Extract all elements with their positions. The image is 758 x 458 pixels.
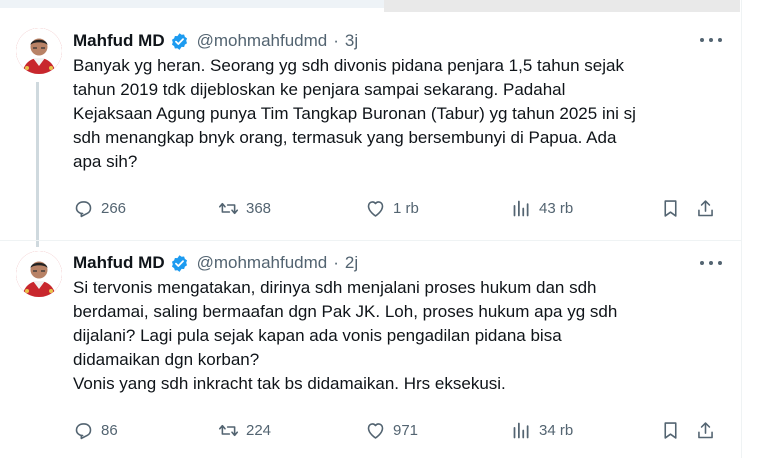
tweet-1[interactable]: Mahfud MD @mohmahfudmd · 3j Banyak yg he…	[0, 28, 742, 247]
timestamp[interactable]: 3j	[345, 31, 358, 51]
reply-count: 266	[101, 199, 127, 217]
views-icon	[513, 422, 529, 438]
like-count: 971	[393, 421, 419, 439]
reply-icon	[75, 422, 92, 439]
tab-background-right	[384, 0, 740, 12]
avatar[interactable]	[16, 28, 62, 74]
views-count: 34 rb	[539, 421, 574, 439]
reply-count: 86	[101, 421, 118, 439]
more-options-icon[interactable]	[700, 254, 722, 272]
repost-button[interactable]: 368	[218, 196, 271, 220]
views-button[interactable]: 43 rb	[511, 196, 573, 220]
thread-connector-line	[36, 82, 39, 247]
share-icon	[698, 421, 713, 438]
timeline-right-border	[741, 0, 758, 458]
tweet-actions: 266 368 1 rb 43 rb	[73, 196, 723, 220]
tweet-divider	[0, 240, 742, 241]
share-icon	[698, 199, 713, 216]
heart-icon	[367, 422, 384, 439]
author-name[interactable]: Mahfud MD	[73, 31, 165, 51]
more-options-icon[interactable]	[700, 31, 722, 49]
repost-count: 224	[246, 421, 272, 439]
author-handle[interactable]: @mohmahfudmd	[197, 31, 328, 51]
repost-count: 368	[246, 199, 272, 217]
author-handle[interactable]: @mohmahfudmd	[197, 253, 328, 273]
heart-icon	[367, 200, 384, 217]
repost-icon	[218, 424, 239, 436]
author-name[interactable]: Mahfud MD	[73, 253, 165, 273]
bookmark-button[interactable]	[660, 418, 688, 442]
header-separator: ·	[333, 253, 339, 272]
like-button[interactable]: 971	[365, 418, 418, 442]
verified-badge-icon	[171, 32, 187, 50]
share-button[interactable]	[695, 196, 723, 220]
tweet-header: Mahfud MD @mohmahfudmd · 3j	[73, 29, 358, 53]
tweet-header: Mahfud MD @mohmahfudmd · 2j	[73, 251, 358, 275]
views-button[interactable]: 34 rb	[511, 418, 573, 442]
timestamp[interactable]: 2j	[345, 253, 358, 273]
tab-background-left	[0, 0, 384, 8]
top-tab-strip	[0, 0, 758, 12]
tweet-2[interactable]: Mahfud MD @mohmahfudmd · 2j Si tervonis …	[0, 251, 742, 451]
bookmark-icon	[664, 199, 677, 217]
bookmark-icon	[664, 421, 677, 439]
avatar[interactable]	[16, 251, 62, 297]
like-button[interactable]: 1 rb	[365, 196, 419, 220]
tweet-text: Si tervonis mengatakan, dirinya sdh menj…	[73, 278, 618, 393]
views-count: 43 rb	[539, 199, 574, 217]
header-separator: ·	[333, 31, 339, 50]
reply-icon	[75, 200, 92, 217]
reply-button[interactable]: 266	[73, 196, 126, 220]
views-icon	[513, 200, 529, 216]
repost-icon	[218, 202, 239, 214]
tweet-text: Banyak yg heran. Seorang yg sdh divonis …	[73, 56, 636, 171]
reply-button[interactable]: 86	[73, 418, 118, 442]
like-count: 1 rb	[393, 199, 419, 217]
verified-badge-icon	[171, 254, 187, 272]
bookmark-button[interactable]	[660, 196, 688, 220]
repost-button[interactable]: 224	[218, 418, 271, 442]
share-button[interactable]	[695, 418, 723, 442]
tweet-actions: 86 224 971 34 rb	[73, 418, 723, 442]
